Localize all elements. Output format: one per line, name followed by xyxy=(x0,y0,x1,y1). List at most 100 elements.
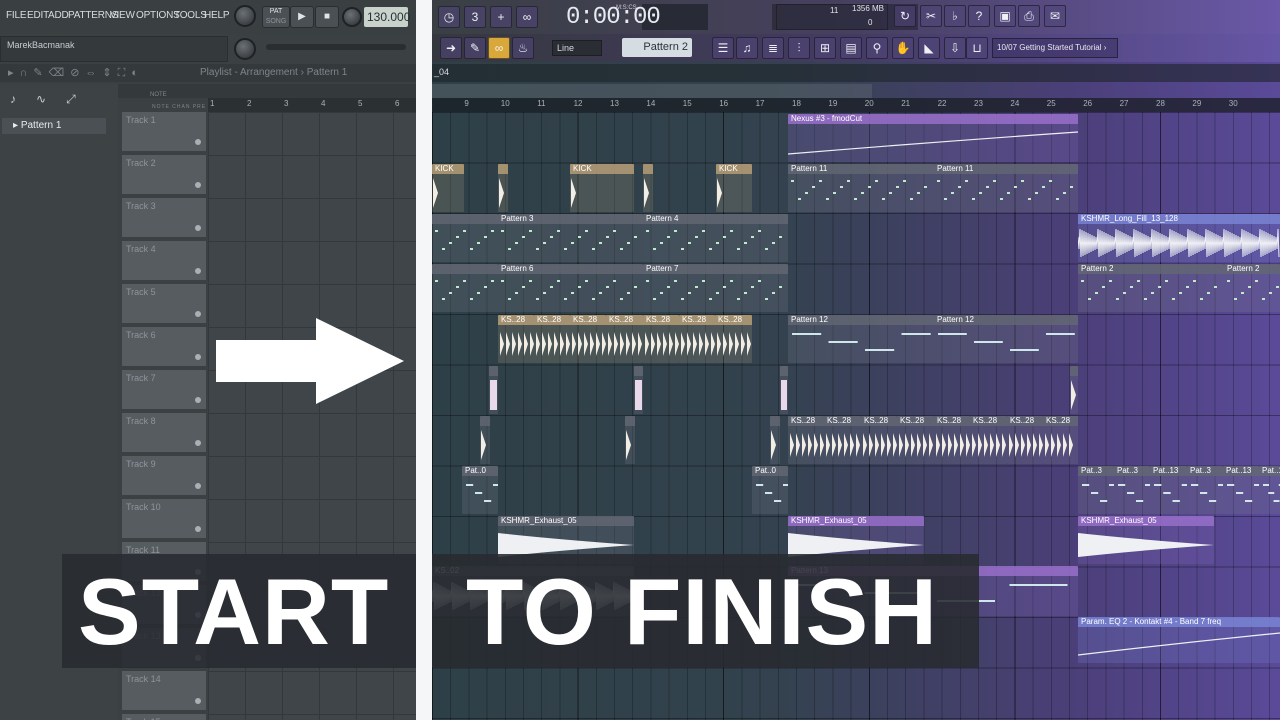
arrangement-clip[interactable]: KS..28 xyxy=(715,315,752,363)
clip-header: KSHMR_Exhaust_05 xyxy=(788,516,924,526)
transient-mark xyxy=(936,433,940,457)
arrangement-clip[interactable]: KS..28 xyxy=(570,315,606,363)
clip-waveform xyxy=(481,430,486,460)
arrangement-clip[interactable]: KICK xyxy=(432,164,464,212)
arrangement-clip[interactable]: Pattern 11 xyxy=(934,164,1078,212)
record-audio-button[interactable]: ♭ xyxy=(944,5,966,27)
clip-header: KS..28 xyxy=(715,315,752,325)
arrangement-clip[interactable]: KICK xyxy=(716,164,752,212)
arrangement-clip[interactable]: Pat..0 xyxy=(752,466,788,514)
shop-button[interactable]: ⊔ xyxy=(966,37,988,59)
tutorial-hint[interactable]: 10/07 Getting Started Tutorial › xyxy=(992,38,1118,58)
arrangement-clip[interactable]: Param. EQ 2 - Kontakt #4 - Band 7 freq xyxy=(1078,617,1280,663)
arrangement-clip[interactable]: Pat..3 xyxy=(1187,466,1223,514)
save-button[interactable]: ▣ xyxy=(994,5,1016,27)
arrangement-clip[interactable] xyxy=(770,416,780,464)
step-edit-button[interactable]: ✎ xyxy=(464,37,486,59)
arrangement-clip[interactable] xyxy=(780,366,788,414)
arrangement-clip[interactable]: Nexus #3 - fmodCut xyxy=(788,114,1078,162)
arrangement-clip[interactable]: KS..28 xyxy=(934,416,970,464)
piano-roll-button[interactable]: ♫ xyxy=(736,37,758,59)
clip-header: Pattern 11 xyxy=(934,164,1078,174)
note-mark xyxy=(765,298,768,300)
note-mark xyxy=(470,298,473,300)
render-button[interactable]: ◣ xyxy=(918,37,940,59)
tempo-tapper-button[interactable]: ✋ xyxy=(892,37,914,59)
cut-button[interactable]: ✂ xyxy=(920,5,942,27)
channel-rack-button[interactable]: ≣ xyxy=(762,37,784,59)
undo-button[interactable]: ↻ xyxy=(894,5,916,27)
note-mark xyxy=(779,236,782,238)
arrangement-clip[interactable]: Pattern 12 xyxy=(788,315,934,363)
mixer-button[interactable]: ⫶ xyxy=(788,37,810,59)
help-button[interactable]: ? xyxy=(968,5,990,27)
arrangement-clip[interactable]: KS..28 xyxy=(1007,416,1043,464)
arrangement-clip[interactable] xyxy=(489,366,498,414)
arrangement-clip[interactable]: KS..28 xyxy=(1043,416,1078,464)
clip-header: Pattern 11 xyxy=(788,164,934,174)
clip-header: KS..28 xyxy=(498,315,534,325)
arrangement-clip[interactable]: Pat..0 xyxy=(462,466,498,514)
note-mark xyxy=(592,298,595,300)
arrangement-clip[interactable]: Pattern 6 xyxy=(498,264,643,312)
project-button[interactable]: ▤ xyxy=(840,37,862,59)
arrow-tool-button[interactable]: ➜ xyxy=(440,37,462,59)
arrangement-clip[interactable]: KS..28 xyxy=(606,315,643,363)
arrangement-clip[interactable] xyxy=(625,416,635,464)
clip-waveform xyxy=(501,280,637,300)
arrangement-clip[interactable]: KS..28 xyxy=(788,416,824,464)
arrangement-clip[interactable] xyxy=(480,416,490,464)
arrangement-clip[interactable]: KS..28 xyxy=(861,416,897,464)
arrangement-clip[interactable]: KS..28 xyxy=(970,416,1007,464)
arrangement-clip[interactable]: Pattern 2 xyxy=(1224,264,1280,312)
microphone-icon: ♭ xyxy=(952,9,958,23)
print-button[interactable]: ⎙ xyxy=(1018,5,1040,27)
arrangement-clip[interactable]: KS..28 xyxy=(534,315,570,363)
arrangement-clip[interactable]: Pattern 4 xyxy=(643,214,788,262)
arrangement-clip[interactable]: Pattern 2 xyxy=(1078,264,1224,312)
arrangement-clip[interactable]: Pat..3 xyxy=(1078,466,1114,514)
pattern-selector[interactable]: Pattern 2 xyxy=(622,38,692,57)
arrangement-clip[interactable]: KS..28 xyxy=(643,315,679,363)
arrangement-clip[interactable]: Pat..13 xyxy=(1223,466,1259,514)
arrangement-clip[interactable]: KS..28 xyxy=(897,416,934,464)
snap-selector[interactable]: Line xyxy=(552,40,602,56)
snap-link-button[interactable]: ∞ xyxy=(488,37,510,59)
clip-header: Pattern 12 xyxy=(934,315,1078,325)
transient-mark xyxy=(608,332,612,356)
arrangement-clip[interactable] xyxy=(432,214,498,262)
arrangement-clip[interactable]: KS..28 xyxy=(679,315,715,363)
note-mark xyxy=(695,286,698,288)
download-button[interactable]: ⇩ xyxy=(944,37,966,59)
arrangement-clip[interactable]: KSHMR_Long_Fill_13_128 xyxy=(1078,214,1280,262)
arrangement-clip[interactable]: Pat..13 xyxy=(1259,466,1280,514)
arrangement-clip[interactable] xyxy=(1070,366,1078,414)
chat-button[interactable]: ✉ xyxy=(1044,5,1066,27)
arrangement-clip[interactable]: KS..28 xyxy=(498,315,534,363)
arrangement-clip[interactable]: KICK xyxy=(570,164,634,212)
arrangement-clip[interactable]: KSHMR_Exhaust_05 xyxy=(1078,516,1214,564)
arrangement-clip[interactable]: Pattern 7 xyxy=(643,264,788,312)
plugin-database-button[interactable]: ⚲ xyxy=(866,37,888,59)
arrangement-clip[interactable] xyxy=(432,264,498,312)
arrangement-clip[interactable]: Pattern 11 xyxy=(788,164,934,212)
arrangement-clip[interactable] xyxy=(498,164,508,212)
arrangement-clip[interactable]: Pattern 12 xyxy=(934,315,1078,363)
note-mark xyxy=(840,186,843,188)
transient-mark xyxy=(578,332,582,356)
arrangement-clip[interactable]: Pattern 3 xyxy=(498,214,643,262)
clip-waveform xyxy=(756,484,788,502)
typing-keyboard-button[interactable]: ♨ xyxy=(512,37,534,59)
clip-header: KS..28 xyxy=(970,416,1007,426)
browser-button[interactable]: ⊞ xyxy=(814,37,836,59)
transient-mark xyxy=(614,332,618,356)
kick-transient xyxy=(626,430,631,460)
arrangement-clip[interactable]: KS..28 xyxy=(824,416,861,464)
arrangement-clip[interactable] xyxy=(634,366,643,414)
arrangement-clip[interactable] xyxy=(643,164,653,212)
transient-mark xyxy=(657,332,661,356)
arrangement-clip[interactable]: Pat..3 xyxy=(1114,466,1150,514)
transient-mark xyxy=(1033,433,1037,457)
playlist-button[interactable]: ☰ xyxy=(712,37,734,59)
arrangement-clip[interactable]: Pat..13 xyxy=(1150,466,1187,514)
